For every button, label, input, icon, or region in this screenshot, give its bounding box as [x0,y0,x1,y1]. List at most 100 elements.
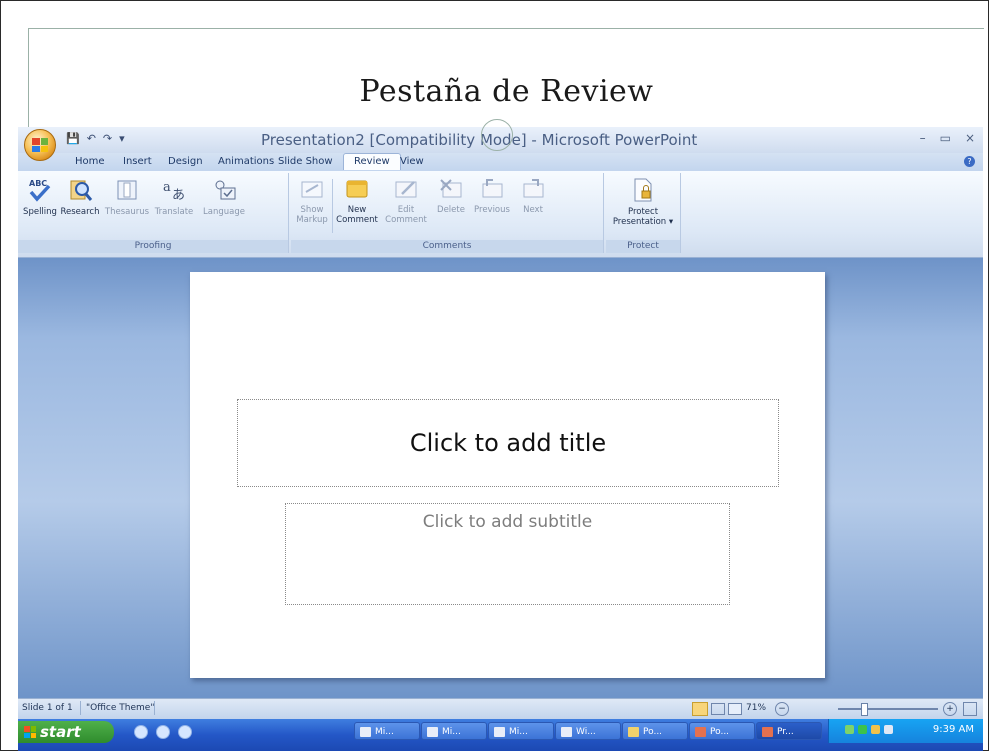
taskbar-button-label: Pr... [777,727,794,737]
svg-text:あ: あ [172,188,185,203]
taskbar-button-active[interactable]: Pr... [756,722,822,740]
previous-comment-icon [482,179,503,198]
system-tray: 9:39 AM [828,719,983,743]
zoom-in-icon[interactable]: + [943,702,957,716]
translate-icon: a あ [163,180,185,203]
next-comment-button[interactable]: Next [515,177,551,215]
powerpoint-icon [695,727,706,737]
powerpoint-window: 💾 ↶ ↷ ▾ Presentation2 [Compatibility Mod… [18,127,983,751]
office-logo-icon [32,138,48,152]
browser-icon[interactable] [156,725,170,739]
taskbar-button[interactable]: Po... [689,722,755,740]
tab-view[interactable]: View [400,156,424,167]
research-icon [70,180,93,201]
new-comment-button[interactable]: New Comment [335,177,379,225]
start-button[interactable]: start [18,721,114,743]
research-button[interactable]: Research [60,177,100,217]
windows-logo-icon [24,726,36,738]
decorative-circle [481,119,513,151]
spelling-icon: ABC [29,179,51,202]
close-button[interactable]: × [965,131,975,145]
zoom-slider[interactable] [838,708,938,710]
normal-view-icon[interactable] [692,702,708,716]
network-icon[interactable] [845,725,854,734]
next-comment-icon [523,179,544,198]
zoom-out-icon[interactable]: − [775,702,789,716]
new-comment-label: New Comment [336,205,378,225]
delete-comment-button[interactable]: Delete [433,177,469,215]
update-icon[interactable] [871,725,880,734]
help-icon[interactable]: ? [964,156,975,167]
show-markup-label: Show Markup [296,205,328,225]
taskbar-button[interactable]: Mi... [421,722,487,740]
save-icon[interactable]: 💾 [66,132,80,145]
tab-slide-show[interactable]: Slide Show [278,156,333,167]
title-placeholder[interactable]: Click to add title [237,399,779,487]
previous-label: Previous [474,205,510,215]
taskbar-button-label: Wi... [576,727,596,737]
translate-button[interactable]: a あ Translate [152,177,196,217]
show-markup-button[interactable]: Show Markup [295,177,329,225]
taskbar-button-label: Po... [643,727,663,737]
slide-canvas[interactable]: Click to add title Click to add subtitle [190,272,825,678]
status-separator [154,701,155,715]
protect-presentation-button[interactable]: Protect Presentation ▾ [608,177,678,227]
zoom-slider-thumb[interactable] [861,703,868,716]
ribbon: ABC Spelling Research Thesaurus a あ Tran… [18,171,983,258]
protect-group: Protect Presentation ▾ Protect [606,173,681,253]
subtitle-placeholder[interactable]: Click to add subtitle [285,503,730,605]
protect-group-label: Protect [606,240,680,253]
volume-icon[interactable] [884,725,893,734]
office-button[interactable] [24,129,56,161]
spelling-button[interactable]: ABC Spelling [22,177,58,217]
thesaurus-icon [117,180,137,200]
delete-comment-icon [440,179,462,198]
restore-button[interactable]: ▭ [940,131,951,145]
tray-icons [845,725,893,734]
research-label: Research [60,207,100,217]
taskbar-button[interactable]: Mi... [488,722,554,740]
translate-label: Translate [154,207,194,217]
tab-review[interactable]: Review [343,153,401,170]
tab-design[interactable]: Design [168,156,203,167]
window-icon [494,727,505,737]
internet-explorer-icon[interactable] [134,725,148,739]
proofing-group-label: Proofing [18,240,288,253]
minimize-button[interactable]: – [920,131,926,145]
next-label: Next [523,205,543,215]
language-button[interactable]: Language [200,177,248,217]
media-player-icon[interactable] [178,725,192,739]
security-icon[interactable] [858,725,867,734]
window-icon [561,727,572,737]
slide-frame: Pestaña de Review 💾 ↶ ↷ ▾ Presentation2 … [0,0,989,751]
tab-insert[interactable]: Insert [123,156,152,167]
tab-home[interactable]: Home [75,156,105,167]
fit-to-window-icon[interactable] [963,702,977,716]
window-icon [427,727,438,737]
redo-icon[interactable]: ↷ [103,132,112,145]
taskbar-button[interactable]: Wi... [555,722,621,740]
thesaurus-button[interactable]: Thesaurus [104,177,150,217]
group-divider [332,179,333,233]
comments-group: Show Markup New Comment Edit Comment Del… [291,173,604,253]
status-separator [80,701,81,715]
slide-show-view-icon[interactable] [728,703,742,715]
ribbon-tabs: Home Insert Design Animations Slide Show… [18,153,983,171]
edit-comment-button[interactable]: Edit Comment [383,177,429,225]
zoom-level[interactable]: 71% [746,703,766,713]
language-icon [215,180,236,200]
slide-sorter-icon[interactable] [711,703,725,715]
tab-animations[interactable]: Animations [218,156,274,167]
window-title: Presentation2 [Compatibility Mode] - Mic… [261,131,698,149]
window-controls: – ▭ × [920,131,975,145]
taskbar-button[interactable]: Po... [622,722,688,740]
taskbar-button[interactable]: Mi... [354,722,420,740]
delete-label: Delete [437,205,465,215]
language-label: Language [203,207,245,217]
taskbar-button-label: Mi... [442,727,461,737]
customize-qat-icon[interactable]: ▾ [119,132,125,145]
edit-comment-label: Edit Comment [385,205,427,225]
previous-comment-button[interactable]: Previous [471,177,513,215]
thesaurus-label: Thesaurus [104,207,150,217]
undo-icon[interactable]: ↶ [87,132,96,145]
